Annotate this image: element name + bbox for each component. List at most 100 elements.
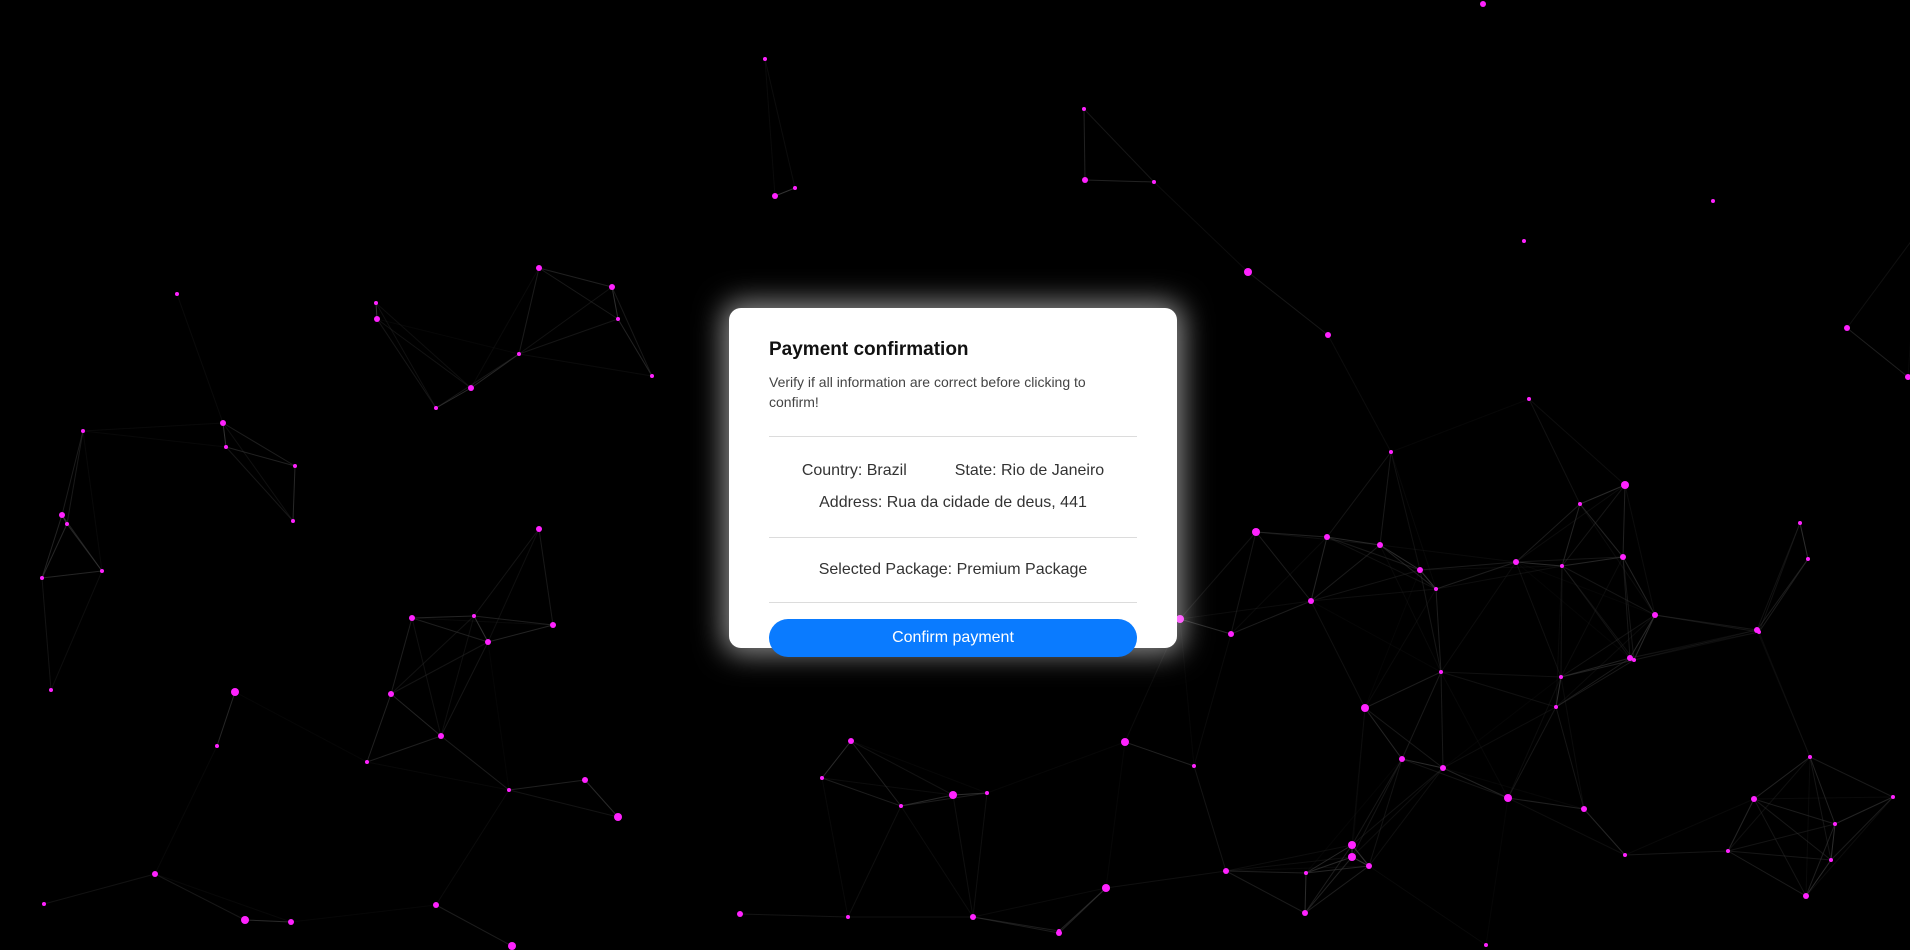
location-row: Country: Brazil State: Rio de Janeiro bbox=[769, 455, 1137, 487]
network-edge bbox=[487, 528, 540, 643]
network-edge bbox=[292, 465, 296, 522]
network-node bbox=[508, 942, 516, 950]
network-node bbox=[1513, 559, 1519, 565]
network-edge bbox=[1507, 706, 1557, 799]
network-edge bbox=[1304, 865, 1370, 914]
network-edge bbox=[1515, 503, 1581, 563]
network-edge bbox=[611, 286, 619, 320]
network-node bbox=[468, 385, 474, 391]
network-edge bbox=[82, 430, 227, 448]
network-node bbox=[1440, 765, 1446, 771]
network-node bbox=[100, 569, 104, 573]
network-edge bbox=[487, 641, 510, 791]
confirm-payment-button[interactable]: Confirm payment bbox=[769, 619, 1137, 657]
network-edge bbox=[518, 267, 540, 355]
network-node bbox=[899, 804, 903, 808]
network-edge bbox=[225, 446, 294, 522]
network-edge bbox=[1379, 451, 1392, 546]
network-edge bbox=[508, 779, 586, 791]
network-edge bbox=[61, 430, 84, 516]
network-node bbox=[970, 914, 976, 920]
network-node bbox=[59, 512, 65, 518]
network-edge bbox=[821, 777, 849, 918]
network-node bbox=[517, 352, 521, 356]
network-node bbox=[1798, 521, 1802, 525]
network-node bbox=[291, 519, 295, 523]
network-edge bbox=[216, 691, 236, 747]
network-node bbox=[175, 292, 179, 296]
network-edge bbox=[1561, 503, 1581, 567]
network-node bbox=[1192, 764, 1196, 768]
network-node bbox=[49, 688, 53, 692]
network-edge bbox=[1624, 850, 1729, 856]
network-node bbox=[1082, 177, 1088, 183]
network-edge bbox=[584, 779, 619, 818]
network-node bbox=[536, 265, 542, 271]
network-edge bbox=[1654, 614, 1760, 633]
network-node bbox=[1152, 180, 1156, 184]
network-edge bbox=[1247, 271, 1329, 336]
payment-confirmation-modal: Payment confirmation Verify if all infor… bbox=[729, 308, 1177, 657]
network-node bbox=[472, 614, 476, 618]
network-edge bbox=[1225, 870, 1307, 874]
network-node bbox=[536, 526, 542, 532]
network-edge bbox=[1555, 659, 1635, 708]
network-edge bbox=[435, 387, 472, 409]
network-edge bbox=[41, 523, 68, 579]
network-node bbox=[1891, 795, 1895, 799]
network-edge bbox=[50, 570, 103, 691]
network-edge bbox=[1758, 558, 1809, 633]
network-edge bbox=[1083, 108, 1086, 181]
network-edge bbox=[1629, 631, 1760, 659]
network-edge bbox=[1555, 706, 1585, 810]
network-edge bbox=[972, 916, 1060, 934]
network-node bbox=[1348, 853, 1356, 861]
network-edge bbox=[900, 805, 974, 918]
network-edge bbox=[1390, 451, 1421, 571]
network-node bbox=[820, 776, 824, 780]
network-node bbox=[1484, 943, 1488, 947]
network-edge bbox=[1528, 398, 1626, 486]
network-edge bbox=[1515, 561, 1656, 616]
network-edge bbox=[1579, 503, 1656, 616]
network-edge bbox=[821, 777, 954, 796]
network-node bbox=[485, 639, 491, 645]
network-edge bbox=[972, 887, 1107, 918]
network-edge bbox=[1528, 398, 1581, 505]
network-edge bbox=[1124, 741, 1195, 767]
network-node bbox=[293, 464, 297, 468]
network-edge bbox=[1560, 657, 1631, 678]
network-edge bbox=[1555, 614, 1656, 708]
network-edge bbox=[1230, 531, 1257, 635]
network-node bbox=[1439, 670, 1443, 674]
network-edge bbox=[1105, 741, 1126, 889]
network-edge bbox=[518, 318, 619, 355]
network-edge bbox=[1379, 544, 1517, 563]
network-node bbox=[737, 911, 743, 917]
network-edge bbox=[1368, 767, 1444, 867]
network-edge bbox=[1310, 544, 1381, 602]
network-node bbox=[1808, 755, 1812, 759]
network-edge bbox=[1624, 484, 1656, 616]
network-node bbox=[1581, 806, 1587, 812]
network-edge bbox=[440, 641, 489, 737]
network-edge bbox=[1440, 561, 1517, 673]
network-edge bbox=[440, 735, 510, 791]
network-edge bbox=[1442, 767, 1585, 810]
network-edge bbox=[435, 789, 510, 906]
network-edge bbox=[1179, 618, 1232, 635]
network-edge bbox=[986, 741, 1126, 794]
network-edge bbox=[1153, 181, 1249, 273]
network-node bbox=[1522, 239, 1526, 243]
network-node bbox=[374, 301, 378, 305]
network-edge bbox=[1179, 600, 1312, 620]
network-edge bbox=[1179, 531, 1257, 620]
network-node bbox=[438, 733, 444, 739]
network-edge bbox=[1805, 796, 1894, 897]
network-edge bbox=[518, 286, 613, 355]
network-edge bbox=[1727, 823, 1836, 852]
network-node bbox=[985, 791, 989, 795]
network-node bbox=[1751, 796, 1757, 802]
network-edge bbox=[390, 617, 413, 695]
network-edge bbox=[1561, 565, 1631, 659]
